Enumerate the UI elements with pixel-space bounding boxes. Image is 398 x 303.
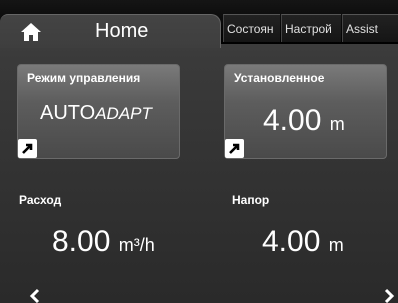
chevron-right-icon[interactable] [382,287,396,303]
flow-value-group: 8.00 m³/h [52,225,155,259]
head-unit: m [328,235,344,255]
setpoint-unit: m [329,114,345,134]
control-mode-tile[interactable]: Режим управления AUTOADAPT [17,64,180,159]
home-icon [21,23,41,41]
setpoint-title: Установленное [234,71,325,85]
flow-label: Расход [19,193,62,207]
control-mode-title: Режим управления [27,71,141,85]
tab-assist-label: Assist [346,22,379,36]
head-label: Напор [232,193,270,207]
tab-status[interactable]: Состоян [223,14,280,42]
chevron-left-icon[interactable] [28,287,42,303]
tab-settings-label: Настрой [285,22,332,36]
tab-home[interactable]: Home [0,14,221,48]
head-value: 4.00 [262,225,321,258]
tab-settings[interactable]: Настрой [281,14,341,42]
setpoint-tile[interactable]: Установленное 4.00 m [224,64,387,159]
flow-value: 8.00 [52,225,111,258]
arrow-link-icon[interactable] [18,139,37,158]
control-mode-value-italic: ADAPT [95,104,152,123]
arrow-link-icon[interactable] [225,139,244,158]
pump-display: Home Состоян Настрой Assist Режим управл… [0,0,398,303]
flow-unit: m³/h [118,235,155,255]
setpoint-value: 4.00 [263,104,322,137]
control-mode-value-main: AUTO [40,102,96,124]
head-value-group: 4.00 m [262,225,344,259]
setpoint-value-group: 4.00 m [263,104,345,138]
control-mode-value: AUTOADAPT [40,102,152,125]
tab-status-label: Состоян [227,22,274,36]
tab-home-label: Home [95,20,149,42]
tab-assist[interactable]: Assist [342,14,398,42]
